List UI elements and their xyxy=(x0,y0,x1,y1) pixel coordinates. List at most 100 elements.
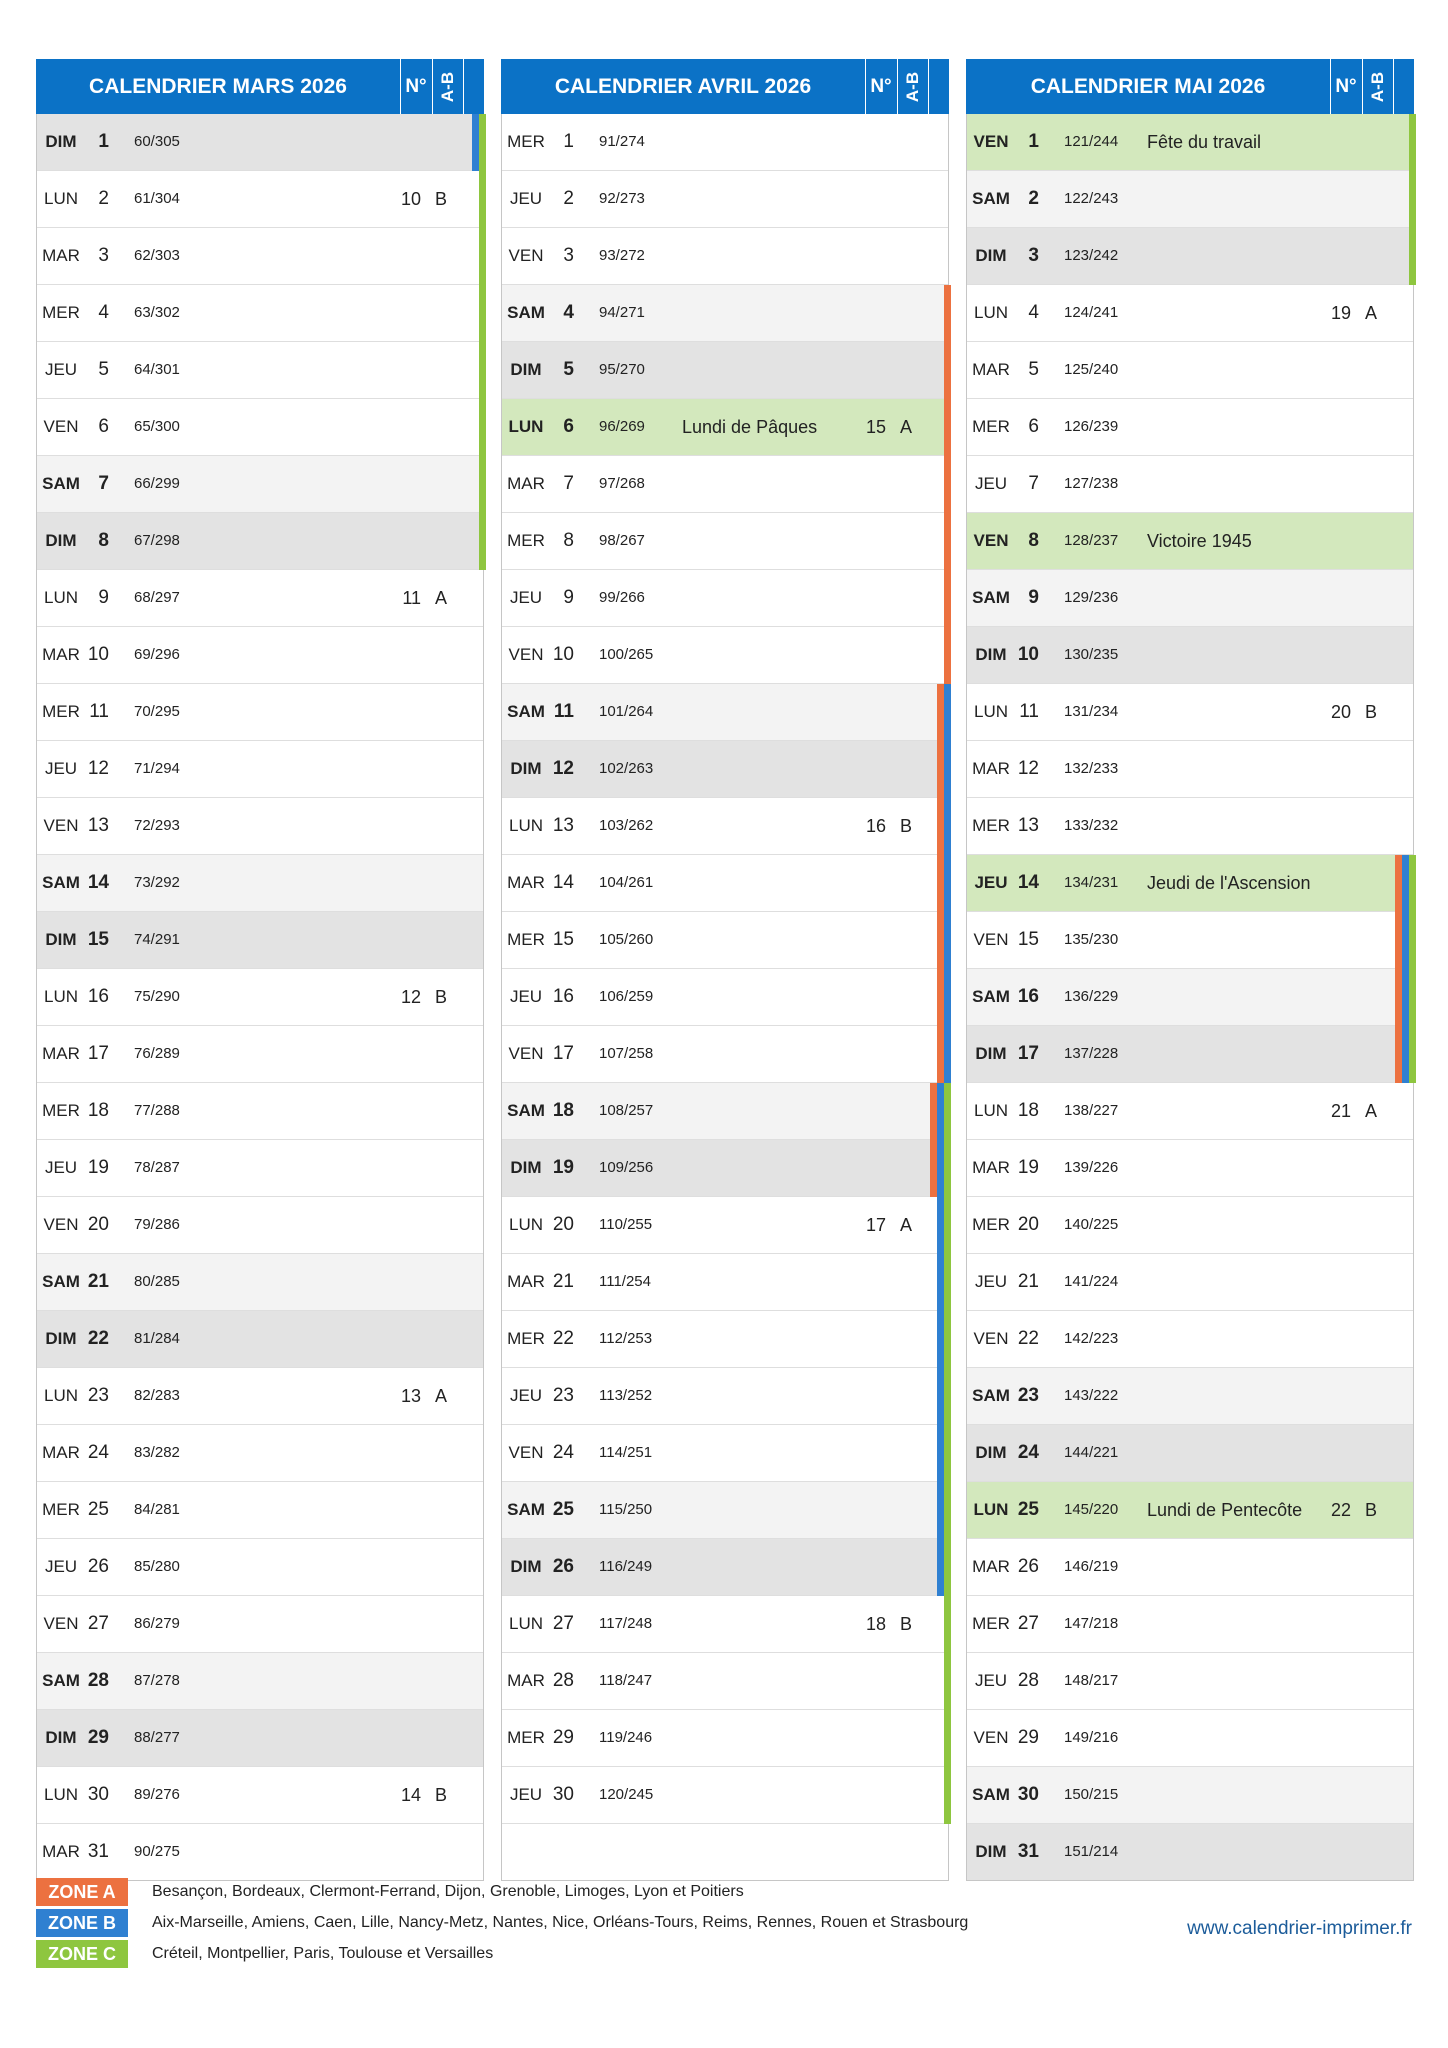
day-row: SAM 2 122/243 xyxy=(967,171,1416,228)
zone-b-cities: Aix-Marseille, Amiens, Caen, Lille, Nanc… xyxy=(152,1914,969,1931)
day-row: SAM 4 94/271 xyxy=(502,285,951,342)
month-column: CALENDRIER MAI 2026 N° A-B VEN 1 121/244 Fê… xyxy=(966,59,1416,1881)
weekday-label: SAM xyxy=(42,1671,80,1690)
weekday-label: MER xyxy=(507,1329,545,1348)
month-header: CALENDRIER MARS 2026 N° A-B xyxy=(36,59,484,114)
weekday-label: SAM xyxy=(972,1785,1010,1804)
day-number: 5 xyxy=(1028,359,1039,380)
day-number: 17 xyxy=(552,1043,574,1064)
weekday-label: MAR xyxy=(42,246,80,265)
week-number: 10 xyxy=(400,189,421,209)
day-number: 28 xyxy=(1017,1670,1039,1691)
zone-b-holiday-bar xyxy=(937,1311,944,1368)
day-number: 19 xyxy=(1017,1157,1039,1178)
day-of-year: 129/236 xyxy=(1064,589,1119,606)
zone-b-holiday-bar xyxy=(472,114,479,171)
day-row: MAR 3 62/303 xyxy=(37,228,486,285)
day-of-year: 151/214 xyxy=(1064,1843,1119,1860)
day-row: SAM 14 73/292 xyxy=(37,855,483,912)
day-of-year: 93/272 xyxy=(599,247,645,264)
weekday-label: DIM xyxy=(975,1443,1007,1462)
day-of-year: 97/268 xyxy=(599,475,645,492)
zone-b-holiday-bar xyxy=(937,1197,944,1254)
holiday-label: Jeudi de l'Ascension xyxy=(1147,873,1311,893)
day-of-year: 109/256 xyxy=(599,1159,654,1176)
zone-c-holiday-bar xyxy=(944,1197,951,1254)
day-of-year: 126/239 xyxy=(1064,418,1119,435)
day-number: 10 xyxy=(552,644,574,665)
weekday-label: DIM xyxy=(975,1044,1007,1063)
month-column: CALENDRIER AVRIL 2026 N° A-B MER 1 91/274 J… xyxy=(501,59,951,1881)
day-of-year: 132/233 xyxy=(1064,760,1119,777)
zone-a-holiday-bar xyxy=(937,1026,944,1083)
month-title: CALENDRIER AVRIL 2026 xyxy=(554,75,812,98)
week-number: 20 xyxy=(1330,702,1351,722)
day-number: 14 xyxy=(1017,872,1039,893)
day-row: SAM 16 136/229 xyxy=(967,969,1416,1026)
day-of-year: 84/281 xyxy=(134,1501,180,1518)
day-number: 6 xyxy=(1028,416,1039,437)
day-number: 16 xyxy=(1017,986,1039,1007)
website-link[interactable]: www.calendrier-imprimer.fr xyxy=(1122,1918,1412,1940)
zone-a-holiday-bar xyxy=(937,684,944,741)
weekday-label: JEU xyxy=(44,1158,78,1177)
day-row: DIM 29 88/277 xyxy=(37,1710,483,1767)
day-number: 15 xyxy=(87,929,109,950)
zone-b-holiday-bar xyxy=(1402,969,1409,1026)
day-row: DIM 1 60/305 xyxy=(37,114,486,171)
weekday-label: LUN xyxy=(508,417,544,436)
day-of-year: 112/253 xyxy=(599,1330,653,1347)
weekday-label: LUN xyxy=(508,1215,543,1234)
day-row: JEU 19 78/287 xyxy=(37,1140,483,1197)
day-row: MER 18 77/288 xyxy=(37,1083,483,1140)
day-row: SAM 30 150/215 xyxy=(967,1767,1413,1824)
zone-a-holiday-bar xyxy=(944,399,951,456)
day-of-year: 108/257 xyxy=(599,1102,654,1119)
zone-a-holiday-bar xyxy=(944,456,951,513)
day-row: SAM 18 108/257 xyxy=(502,1083,951,1140)
day-row: DIM 5 95/270 xyxy=(502,342,951,399)
ab-week: A xyxy=(1364,303,1377,323)
day-number: 9 xyxy=(563,587,574,608)
day-of-year: 111/254 xyxy=(599,1273,651,1290)
day-row: VEN 20 79/286 xyxy=(37,1197,483,1254)
zone-b-holiday-bar xyxy=(1402,912,1409,969)
weekday-label: VEN xyxy=(508,1443,544,1462)
day-number: 7 xyxy=(1028,473,1039,494)
zone-c-holiday-bar xyxy=(1409,114,1416,171)
weekday-label: DIM xyxy=(975,246,1007,265)
day-number: 29 xyxy=(87,1727,109,1748)
week-number: 17 xyxy=(865,1215,886,1235)
holiday-label: Lundi de Pentecôte xyxy=(1147,1500,1303,1520)
ab-week: A xyxy=(434,588,447,608)
weekday-label: LUN xyxy=(508,816,543,835)
day-number: 24 xyxy=(87,1442,109,1463)
ab-week: A xyxy=(434,1386,447,1406)
zone-c-holiday-bar xyxy=(944,1083,951,1140)
day-number: 25 xyxy=(552,1499,574,1520)
day-of-year: 134/231 xyxy=(1064,874,1119,891)
day-of-year: 99/266 xyxy=(599,589,645,606)
ab-week: B xyxy=(434,1785,447,1805)
week-number-header: N° xyxy=(405,76,427,97)
day-of-year: 141/224 xyxy=(1064,1273,1119,1290)
weekday-label: MER xyxy=(42,303,80,322)
day-row: MER 6 126/239 xyxy=(967,399,1413,456)
zone-c-holiday-bar xyxy=(944,1539,951,1596)
day-of-year: 131/234 xyxy=(1064,703,1119,720)
day-of-year: 95/270 xyxy=(599,361,645,378)
day-number: 14 xyxy=(87,872,109,893)
zone-b-holiday-bar xyxy=(937,1425,944,1482)
day-number: 26 xyxy=(552,1556,574,1577)
ab-week: B xyxy=(899,816,912,836)
day-number: 11 xyxy=(89,701,109,722)
day-number: 21 xyxy=(87,1271,109,1292)
zone-c-holiday-bar xyxy=(479,456,486,513)
day-row: JEU 12 71/294 xyxy=(37,741,483,798)
month-column: CALENDRIER MARS 2026 N° A-B DIM 1 60/305 LU… xyxy=(36,59,486,1881)
day-row: MER 13 133/232 xyxy=(967,798,1413,855)
day-number: 16 xyxy=(552,986,574,1007)
day-row: SAM 25 115/250 xyxy=(502,1482,951,1539)
zone-a-holiday-bar xyxy=(944,513,951,570)
ab-week: A xyxy=(899,1215,912,1235)
